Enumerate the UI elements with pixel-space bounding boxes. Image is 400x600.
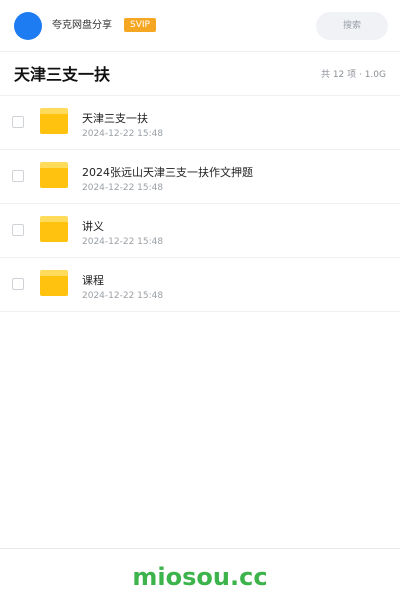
file-name: 天津三支一扶 xyxy=(82,112,148,125)
select-checkbox[interactable] xyxy=(12,170,24,182)
list-item[interactable]: 课程 2024-12-22 15:48 xyxy=(0,258,400,312)
app-name: 夸克网盘分享 xyxy=(52,20,112,31)
file-date: 2024-12-22 15:48 xyxy=(82,183,164,193)
file-list: 天津三支一扶 2024-12-22 15:48 2024张远山天津三支一扶作文押… xyxy=(0,96,400,312)
select-checkbox[interactable] xyxy=(12,116,24,128)
select-checkbox[interactable] xyxy=(12,224,24,236)
select-checkbox[interactable] xyxy=(12,278,24,290)
folder-icon xyxy=(40,270,68,296)
brand-watermark: miosou.cc xyxy=(132,563,268,591)
folder-summary: 共 12 项 · 1.0G xyxy=(320,70,386,80)
file-date: 2024-12-22 15:48 xyxy=(82,129,164,139)
file-name: 讲义 xyxy=(82,220,104,233)
search-input[interactable]: 搜索 xyxy=(316,12,388,40)
folder-icon xyxy=(40,162,68,188)
svip-badge: SVIP xyxy=(124,18,156,32)
file-name: 课程 xyxy=(82,274,104,287)
top-bar: 夸克网盘分享 SVIP 搜索 xyxy=(0,0,400,52)
list-item[interactable]: 2024张远山天津三支一扶作文押题 2024-12-22 15:48 xyxy=(0,150,400,204)
page-title: 天津三支一扶 xyxy=(14,65,111,84)
folder-header: 天津三支一扶 共 12 项 · 1.0G xyxy=(0,52,400,96)
file-name: 2024张远山天津三支一扶作文押题 xyxy=(82,166,253,179)
folder-icon xyxy=(40,216,68,242)
footer: miosou.cc xyxy=(0,548,400,600)
file-date: 2024-12-22 15:48 xyxy=(82,291,164,301)
avatar[interactable] xyxy=(14,12,42,40)
list-item[interactable]: 讲义 2024-12-22 15:48 xyxy=(0,204,400,258)
file-date: 2024-12-22 15:48 xyxy=(82,237,164,247)
list-item[interactable]: 天津三支一扶 2024-12-22 15:48 xyxy=(0,96,400,150)
folder-icon xyxy=(40,108,68,134)
